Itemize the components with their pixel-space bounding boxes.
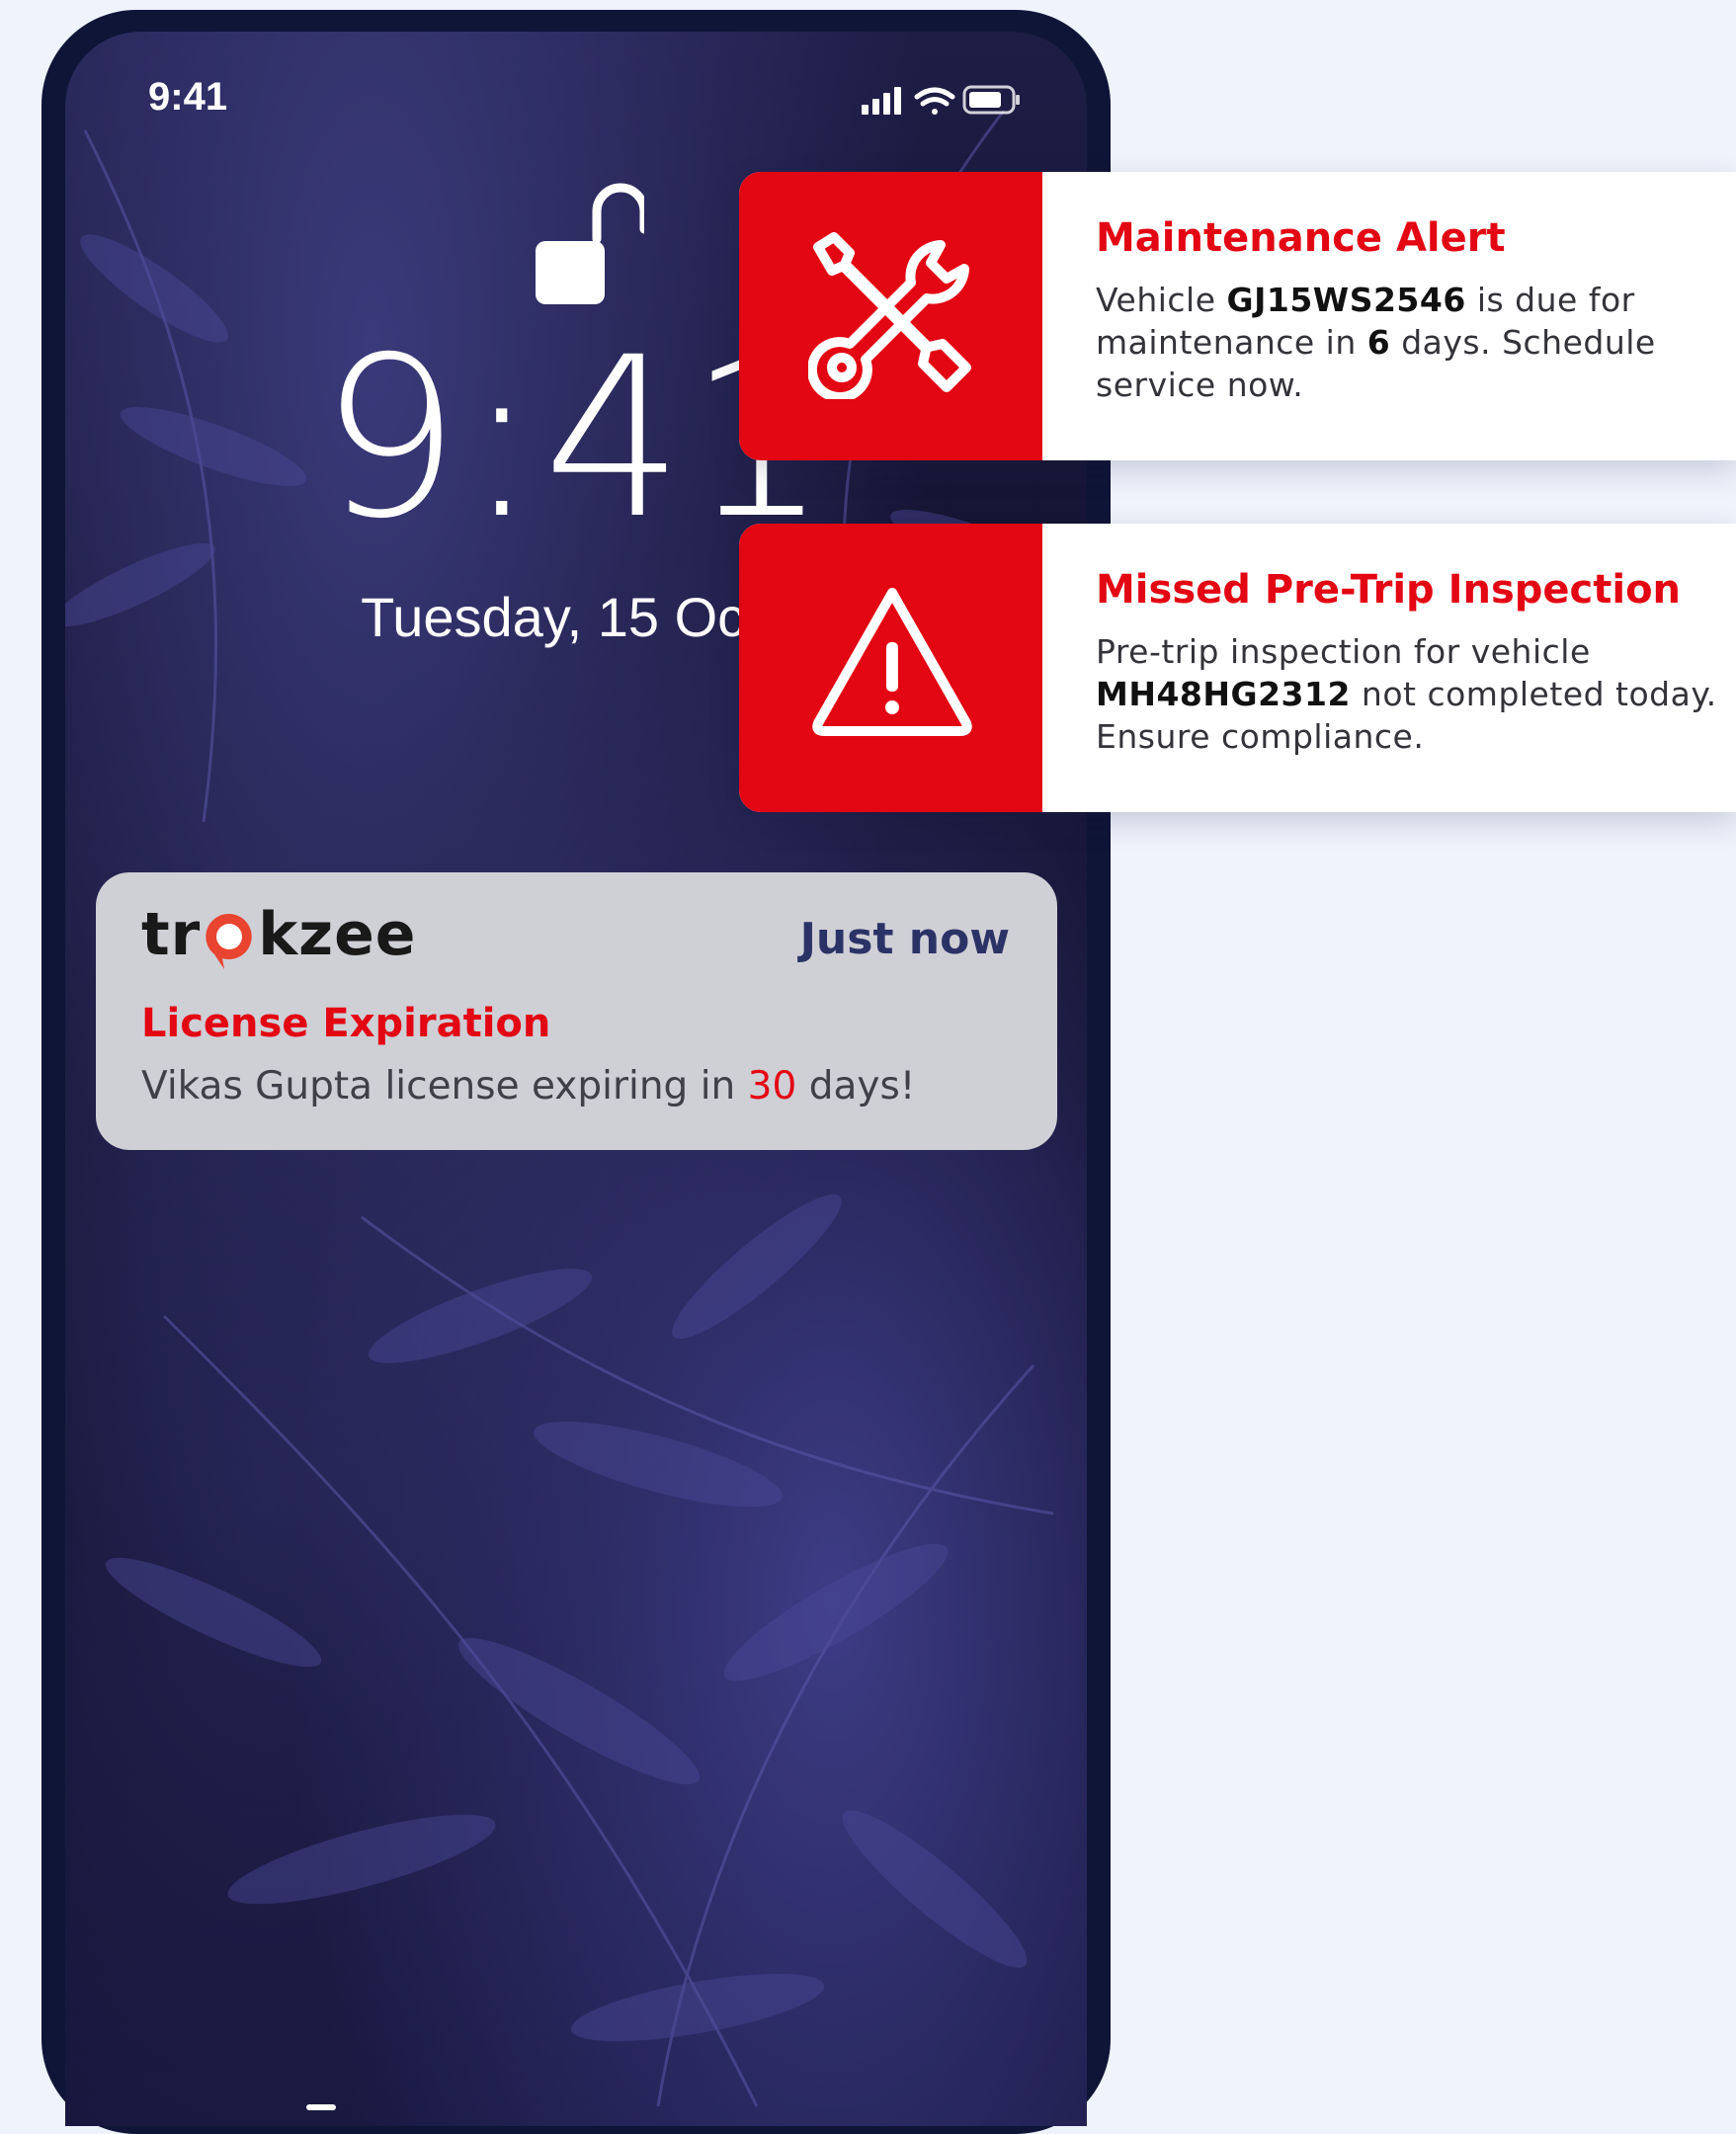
home-indicator[interactable] [306,2104,336,2110]
notification-body-suffix: days! [796,1064,916,1108]
notification-body: Vikas Gupta license expiring in 30 days! [141,1064,915,1108]
missed-inspection-body: Pre-trip inspection for vehicle MH48HG23… [1096,630,1728,758]
missed-inspection-title: Missed Pre-Trip Inspection [1096,567,1682,613]
notification-time: Just now [799,914,1010,964]
status-icons [862,85,1020,115]
days-count: 30 [747,1064,797,1108]
notification-title: License Expiration [141,1001,551,1046]
maintenance-alert-body: Vehicle GJ15WS2546 is due for maintenanc… [1096,279,1708,406]
maintenance-alert-title: Maintenance Alert [1096,215,1506,261]
status-time: 9:41 [148,75,228,119]
alert-text: Vehicle [1096,281,1227,319]
tools-icon [808,232,971,399]
vehicle-id: MH48HG2312 [1096,675,1351,713]
battery-icon [962,85,1020,115]
warning-icon-box [739,524,1042,812]
wifi-icon [914,87,955,115]
alert-text: Pre-trip inspection for vehicle [1096,632,1591,671]
signal-icon [862,87,901,115]
days-count: 6 [1366,323,1391,362]
license-expiration-notification[interactable]: tr kzee Just now License Expiration Vika… [96,872,1057,1150]
notification-body-text: Vikas Gupta license expiring in [141,1064,748,1108]
warning-icon [812,588,972,736]
maintenance-alert-card[interactable]: Maintenance Alert Vehicle GJ15WS2546 is … [739,172,1736,460]
location-pin-icon [206,913,252,969]
unlock-icon [536,183,644,304]
missed-inspection-alert-card[interactable]: Missed Pre-Trip Inspection Pre-trip insp… [739,524,1736,812]
brand-suffix: kzee [258,900,417,969]
maintenance-icon-box [739,172,1042,460]
vehicle-id: GJ15WS2546 [1226,281,1466,319]
brand-logo: tr kzee [141,900,417,969]
brand-prefix: tr [141,900,202,969]
